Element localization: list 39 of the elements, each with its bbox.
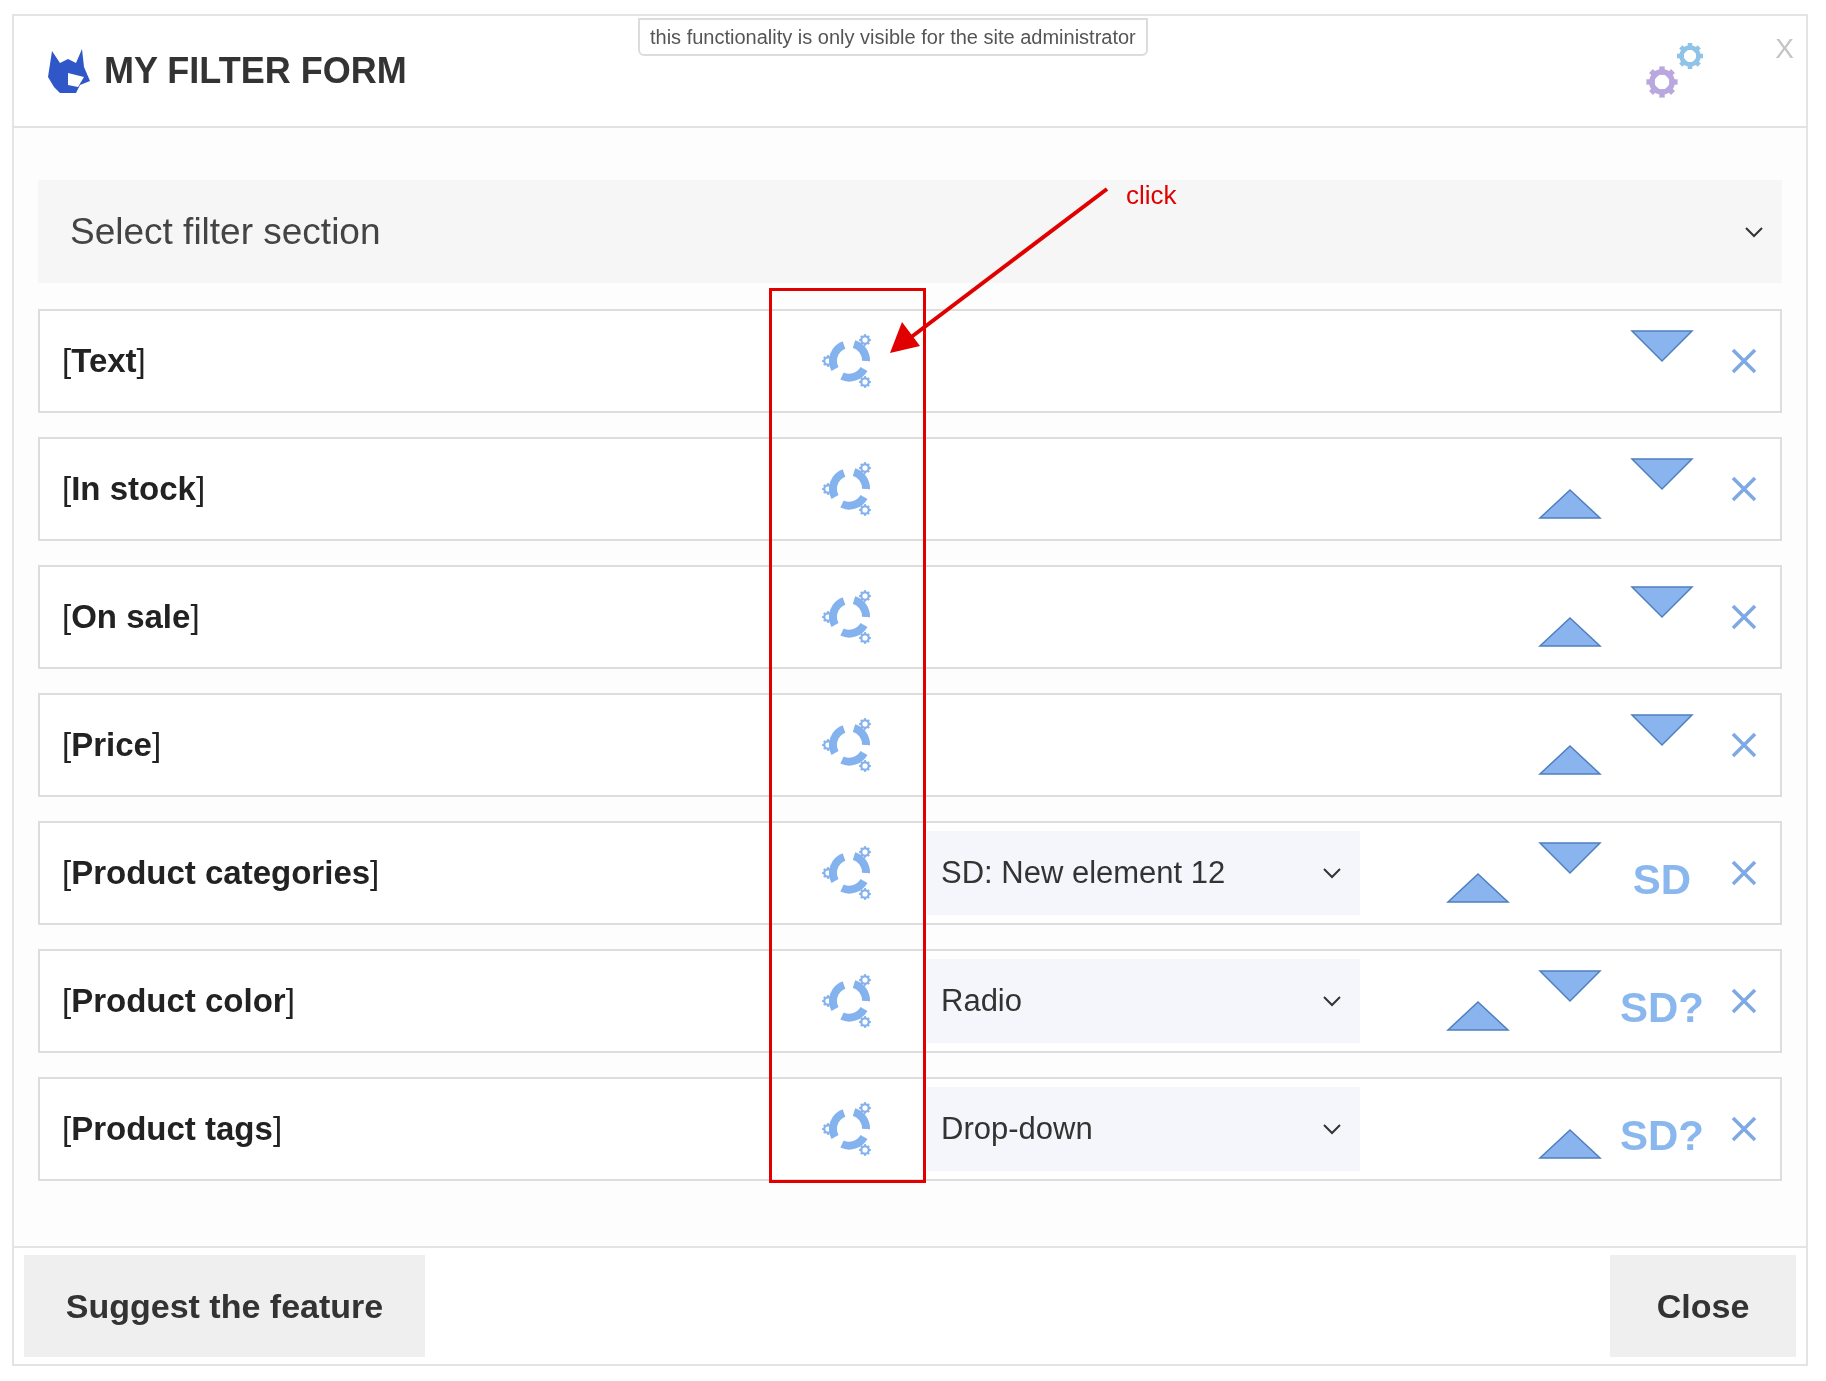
move-down-icon[interactable] xyxy=(1630,329,1694,363)
filter-label: [Text] xyxy=(62,342,146,380)
admin-notice: this functionality is only visible for the site administrator xyxy=(638,18,1148,56)
move-up-icon[interactable] xyxy=(1446,1000,1510,1032)
close-dialog-button[interactable]: Close xyxy=(1610,1255,1796,1357)
move-down-icon[interactable] xyxy=(1538,969,1602,1003)
display-type-select[interactable]: Drop-down xyxy=(927,1087,1360,1171)
husky-logo-icon xyxy=(46,47,90,95)
move-down-icon[interactable] xyxy=(1538,841,1602,875)
chevron-down-icon xyxy=(1744,225,1764,238)
display-type-select[interactable]: Radio xyxy=(927,959,1360,1043)
filter-label: [On sale] xyxy=(62,598,200,636)
move-down-icon[interactable] xyxy=(1630,585,1694,619)
move-up-icon[interactable] xyxy=(1446,872,1510,904)
remove-icon[interactable] xyxy=(1730,987,1758,1015)
remove-icon[interactable] xyxy=(1730,475,1758,503)
move-up-icon[interactable] xyxy=(1538,616,1602,648)
remove-icon[interactable] xyxy=(1730,731,1758,759)
annotation-label: click xyxy=(1126,179,1177,212)
move-up-icon[interactable] xyxy=(1538,488,1602,520)
filter-label: [Price] xyxy=(62,726,162,764)
remove-icon[interactable] xyxy=(1730,859,1758,887)
filter-label: [Product tags] xyxy=(62,1110,283,1148)
filter-label: [Product color] xyxy=(62,982,295,1020)
filter-label: [Product categories] xyxy=(62,854,380,892)
modal-title: MY FILTER FORM xyxy=(104,49,407,93)
filter-label: [In stock] xyxy=(62,470,206,508)
move-down-icon[interactable] xyxy=(1630,457,1694,491)
move-up-icon[interactable] xyxy=(1538,744,1602,776)
chevron-down-icon xyxy=(1322,1123,1342,1135)
move-down-icon[interactable] xyxy=(1630,713,1694,747)
display-type-select[interactable]: SD: New element 12 xyxy=(927,831,1360,915)
move-up-icon[interactable] xyxy=(1538,1128,1602,1160)
suggest-feature-button[interactable]: Suggest the feature xyxy=(24,1255,425,1357)
remove-icon[interactable] xyxy=(1730,1115,1758,1143)
remove-icon[interactable] xyxy=(1730,347,1758,375)
chevron-down-icon xyxy=(1322,995,1342,1007)
remove-icon[interactable] xyxy=(1730,603,1758,631)
chevron-down-icon xyxy=(1322,867,1342,879)
